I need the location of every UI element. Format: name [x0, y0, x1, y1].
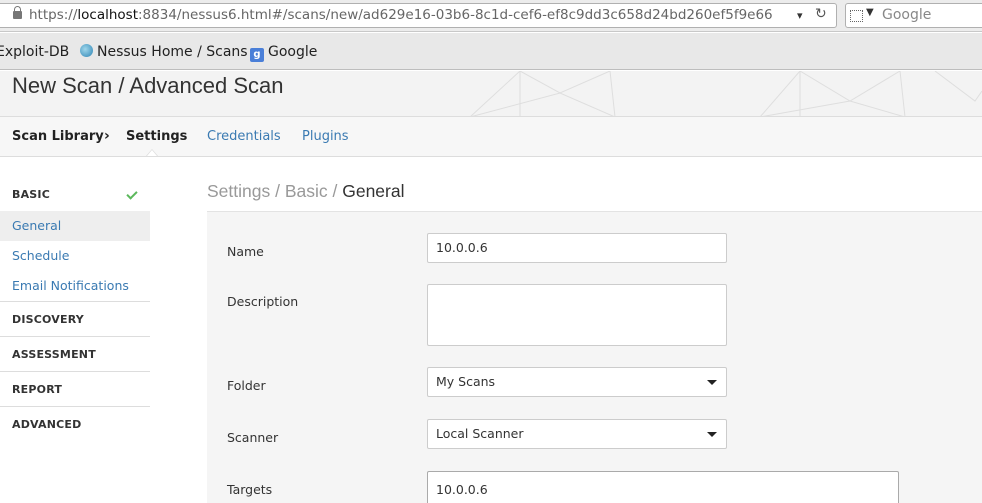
search-box[interactable]: ▼ Google — [845, 3, 982, 28]
reload-icon[interactable]: ↻ — [815, 4, 827, 26]
breadcrumb-settings[interactable]: Settings — [207, 181, 270, 201]
chevron-down-icon — [707, 380, 717, 385]
breadcrumb-chevron-icon: › — [104, 128, 110, 144]
search-placeholder: Google — [882, 7, 932, 23]
folder-select[interactable]: My Scans — [427, 367, 727, 397]
scanner-select-value: Local Scanner — [436, 426, 524, 441]
targets-label: Targets — [227, 482, 273, 497]
tab-scan-library[interactable]: Scan Library — [12, 129, 104, 144]
page-title: New Scan / Advanced Scan — [12, 73, 284, 98]
bookmarks-bar: Exploit-DB Nessus Home / Scans g Google — [0, 33, 982, 70]
search-engine-icon[interactable] — [850, 10, 863, 22]
tab-settings[interactable]: Settings — [126, 129, 187, 144]
scanner-label: Scanner — [227, 430, 279, 445]
breadcrumb: Settings / Basic / General — [207, 181, 404, 202]
bookmark-google[interactable]: g Google — [250, 44, 317, 62]
sidebar-section-report[interactable]: REPORT — [12, 383, 62, 396]
divider — [0, 301, 150, 302]
name-label: Name — [227, 244, 264, 259]
divider — [0, 336, 150, 337]
sidebar-item-email-notifications[interactable]: Email Notifications — [0, 271, 150, 301]
url-history-dropdown-icon[interactable]: ▾ — [797, 4, 803, 27]
targets-field[interactable]: 10.0.0.6 — [427, 471, 899, 503]
scanner-select[interactable]: Local Scanner — [427, 419, 727, 449]
chevron-down-icon[interactable]: ▼ — [866, 7, 874, 18]
general-settings-form: Name 10.0.0.6 Description Folder My Scan… — [207, 212, 982, 503]
google-icon: g — [250, 48, 264, 62]
bookmark-nessus-home[interactable]: Nessus Home / Scans — [80, 44, 248, 60]
divider — [0, 371, 150, 372]
breadcrumb-basic[interactable]: Basic — [285, 181, 328, 201]
breadcrumb-separator: / — [327, 181, 343, 201]
settings-sidebar: BASIC General Schedule Email Notificatio… — [0, 157, 150, 503]
main-content: Settings / Basic / General Name 10.0.0.6… — [207, 157, 982, 503]
tab-plugins[interactable]: Plugins — [302, 129, 349, 144]
browser-toolbar: https://localhost:8834/nessus6.html#/sca… — [0, 0, 982, 32]
url-bar[interactable]: https://localhost:8834/nessus6.html#/sca… — [0, 3, 837, 28]
description-field[interactable] — [427, 284, 727, 346]
nessus-icon — [80, 44, 93, 57]
breadcrumb-separator: / — [270, 181, 285, 201]
sidebar-section-advanced[interactable]: ADVANCED — [12, 418, 81, 431]
lock-icon — [13, 6, 22, 20]
divider — [0, 406, 150, 407]
active-tab-caret — [146, 149, 158, 156]
sidebar-section-assessment[interactable]: ASSESSMENT — [12, 348, 96, 361]
sidebar-item-schedule[interactable]: Schedule — [0, 241, 150, 271]
scan-tabs: Scan Library › Settings Credentials Plug… — [0, 117, 982, 157]
sidebar-section-basic[interactable]: BASIC — [12, 188, 50, 201]
folder-label: Folder — [227, 378, 266, 393]
page-header: New Scan / Advanced Scan — [0, 71, 982, 117]
bookmark-exploit-db[interactable]: Exploit-DB — [0, 44, 69, 60]
sidebar-section-discovery[interactable]: DISCOVERY — [12, 313, 84, 326]
breadcrumb-current: General — [342, 181, 405, 201]
sidebar-item-general[interactable]: General — [0, 211, 150, 241]
tab-credentials[interactable]: Credentials — [207, 129, 281, 144]
chevron-down-icon — [707, 432, 717, 437]
folder-select-value: My Scans — [436, 374, 496, 389]
description-label: Description — [227, 294, 299, 309]
name-field[interactable]: 10.0.0.6 — [427, 233, 727, 263]
url-text: https://localhost:8834/nessus6.html#/sca… — [29, 7, 773, 23]
